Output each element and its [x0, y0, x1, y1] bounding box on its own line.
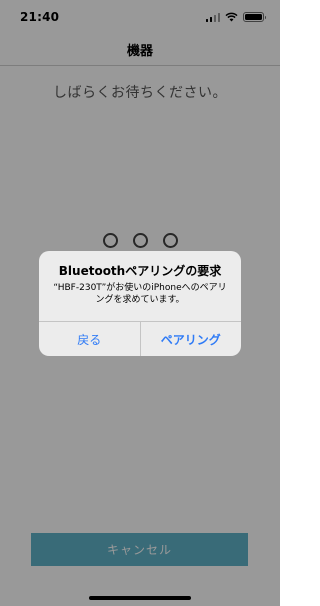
- alert-body: Bluetoothペアリングの要求 “HBF-230T”がお使いのiPhoneへ…: [39, 251, 241, 320]
- bluetooth-pairing-alert: Bluetoothペアリングの要求 “HBF-230T”がお使いのiPhoneへ…: [39, 251, 241, 356]
- alert-title: Bluetoothペアリングの要求: [58, 264, 222, 278]
- alert-actions: 戻る ペアリング: [39, 321, 241, 356]
- alert-message: “HBF-230T”がお使いのiPhoneへのペアリングを求めています。: [53, 283, 227, 305]
- back-button[interactable]: 戻る: [39, 322, 140, 356]
- pair-button[interactable]: ペアリング: [139, 322, 242, 356]
